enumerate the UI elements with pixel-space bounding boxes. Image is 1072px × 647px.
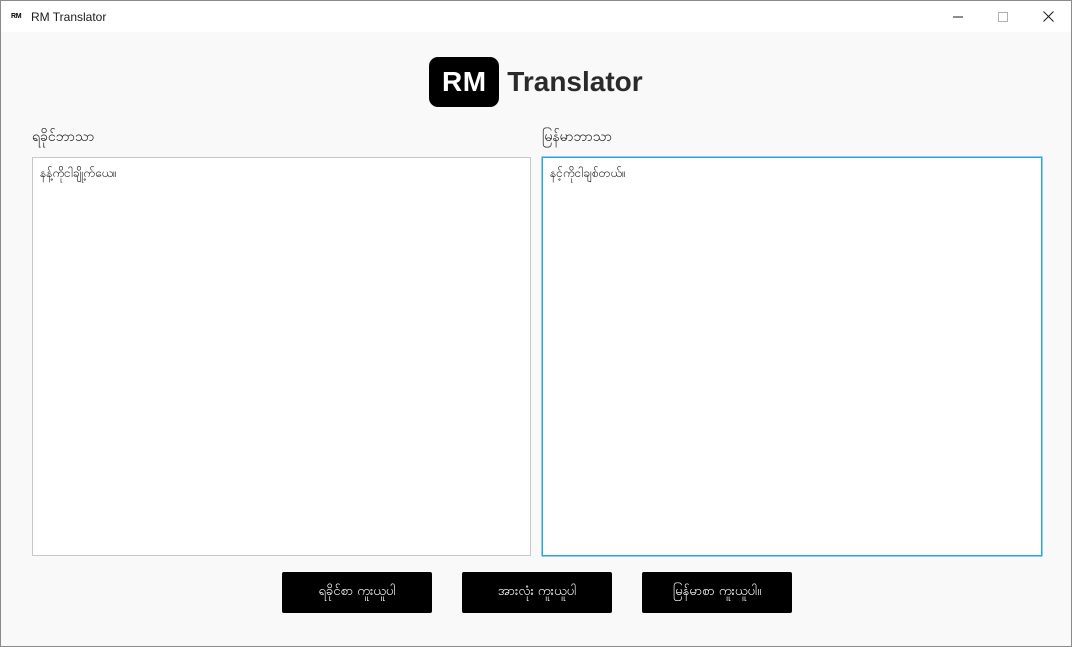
myanmar-text-area[interactable] bbox=[542, 157, 1042, 556]
myanmar-label: မြန်မာဘာသာ bbox=[542, 129, 612, 145]
close-button[interactable] bbox=[1025, 1, 1071, 32]
maximize-button[interactable] bbox=[980, 1, 1026, 32]
title-bar[interactable]: RM RM Translator bbox=[1, 1, 1071, 32]
app-window: RM RM Translator RM Translator ရခိုင်ဘာသ… bbox=[0, 0, 1072, 647]
rakhine-text-area[interactable] bbox=[32, 157, 531, 556]
minimize-icon bbox=[953, 16, 963, 17]
close-icon bbox=[1042, 11, 1054, 22]
logo-text: Translator bbox=[507, 66, 643, 97]
copy-myanmar-button[interactable]: မြန်မာစာ ကူးယူပါ။ bbox=[642, 572, 792, 613]
minimize-button[interactable] bbox=[935, 1, 981, 32]
app-header: RM Translator bbox=[1, 56, 1071, 108]
copy-all-button[interactable]: အားလုံး ကူးယူပါ bbox=[462, 572, 612, 613]
logo-badge: RM bbox=[429, 57, 500, 107]
window-title: RM Translator bbox=[31, 10, 107, 24]
maximize-icon bbox=[998, 11, 1008, 22]
copy-rakhine-button[interactable]: ရခိုင်စာ ကူးယူပါ bbox=[282, 572, 432, 613]
app-icon: RM bbox=[11, 13, 22, 20]
rakhine-label: ရခိုင်ဘာသာ bbox=[32, 129, 95, 145]
